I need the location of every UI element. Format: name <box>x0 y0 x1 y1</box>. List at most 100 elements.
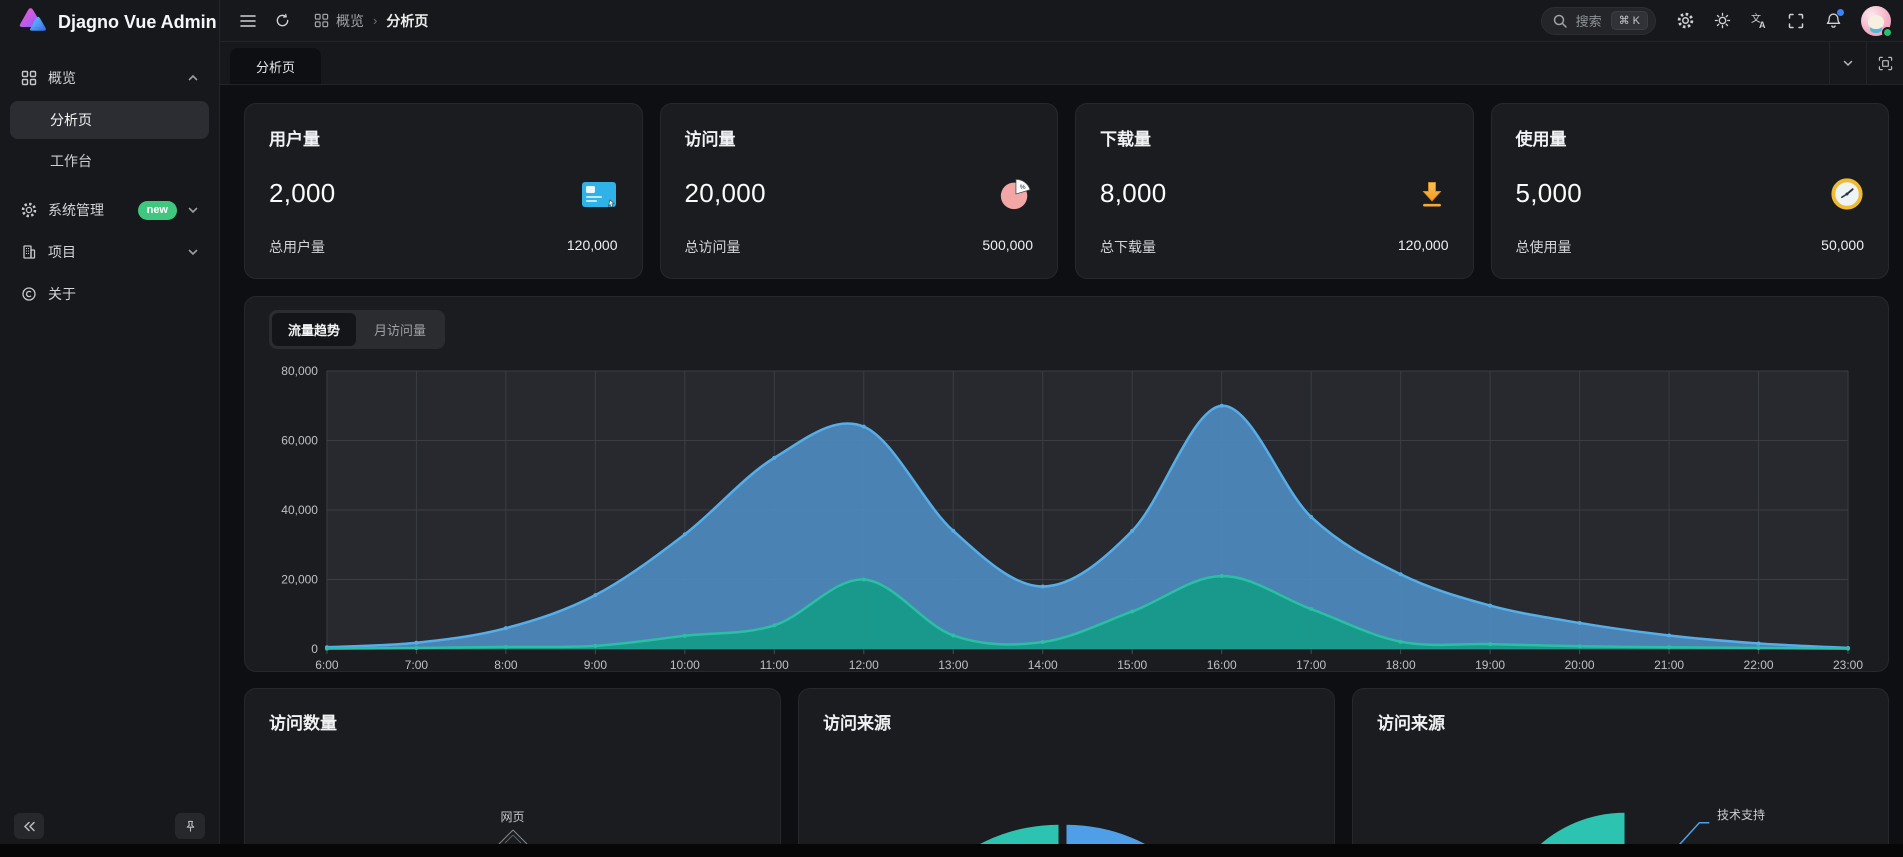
tab-analysis[interactable]: 分析页 <box>230 48 321 84</box>
menu-toggle-button[interactable] <box>232 5 264 37</box>
dashboard-grid-icon <box>314 13 329 28</box>
new-badge: new <box>138 201 177 220</box>
fullscreen-button[interactable] <box>1780 5 1812 37</box>
tab-traffic-trend[interactable]: 流量趋势 <box>272 313 356 346</box>
traffic-trend-card: 流量趋势 月访问量 020,00040,00060,00080,0006:007… <box>244 296 1889 672</box>
sidebar-item-analysis[interactable]: 分析页 <box>10 101 209 139</box>
app-logo-icon <box>16 6 48 39</box>
breadcrumb-separator: › <box>373 13 377 28</box>
svg-text:16:00: 16:00 <box>1207 658 1237 672</box>
stat-footer-label: 总下载量 <box>1100 237 1156 257</box>
tab-monthly-visits[interactable]: 月访问量 <box>358 313 442 346</box>
stat-footer-label: 总使用量 <box>1516 237 1572 257</box>
gear-icon <box>20 202 38 218</box>
traffic-trend-chart[interactable]: 020,00040,00060,00080,0006:007:008:009:0… <box>269 343 1864 673</box>
copyright-icon <box>20 286 38 302</box>
card-title: 访问数量 <box>269 709 756 734</box>
svg-text:A: A <box>1759 20 1766 30</box>
sidebar-group-overview[interactable]: 概览 <box>10 58 209 98</box>
tab-dropdown-button[interactable] <box>1829 42 1866 84</box>
breadcrumb-current: 分析页 <box>386 11 428 31</box>
chevron-down-icon <box>1842 57 1854 69</box>
svg-text:0: 0 <box>311 642 318 656</box>
stat-footer-label: 总用户量 <box>269 237 325 257</box>
sidebar-nav: 概览 分析页 工作台 系统管理 new <box>0 44 219 328</box>
svg-text:60,000: 60,000 <box>281 433 318 447</box>
chevron-up-icon <box>187 72 199 84</box>
sidebar-footer <box>0 813 219 839</box>
tab-controls <box>1829 42 1903 84</box>
stats-row: 用户量 2,000 总用户量 120,000 访 <box>244 103 1889 279</box>
stat-footer-value: 500,000 <box>982 237 1033 257</box>
stat-card-usage: 使用量 5,000 总使用量 50,000 <box>1491 103 1890 279</box>
svg-text:20:00: 20:00 <box>1565 658 1595 672</box>
search-icon <box>1553 14 1567 28</box>
breadcrumb: 概览 › 分析页 <box>314 11 428 31</box>
pin-sidebar-button[interactable] <box>175 813 205 839</box>
svg-text:22:00: 22:00 <box>1744 658 1774 672</box>
stat-value: 2,000 <box>269 178 336 209</box>
svg-text:10:00: 10:00 <box>670 658 700 672</box>
svg-text:12:00: 12:00 <box>849 658 879 672</box>
visit-count-card: 访问数量 网页 <box>244 688 781 857</box>
stat-value: 20,000 <box>685 178 766 209</box>
stat-value: 5,000 <box>1516 178 1583 209</box>
search-placeholder: 搜索 <box>1576 11 1602 30</box>
collapse-sidebar-button[interactable] <box>14 813 44 839</box>
logo-row[interactable]: Djagno Vue Admin <box>0 0 219 44</box>
bottom-strip <box>0 844 1903 857</box>
chevron-down-icon <box>187 246 199 258</box>
bottom-cards-row: 访问数量 网页 访问来源 访问来源 <box>244 688 1889 857</box>
language-button[interactable]: 文 A <box>1743 5 1775 37</box>
stat-footer-value: 120,000 <box>567 237 618 257</box>
stat-title: 使用量 <box>1516 125 1865 150</box>
stat-title: 下载量 <box>1100 125 1449 150</box>
tab-bar: 分析页 <box>220 42 1903 85</box>
sidebar: Djagno Vue Admin 概览 分析页 工作台 <box>0 0 220 857</box>
svg-text:40,000: 40,000 <box>281 503 318 517</box>
fullscreen-icon <box>1788 13 1804 29</box>
tab-label: 分析页 <box>256 57 295 76</box>
stat-value: 8,000 <box>1100 178 1167 209</box>
maximize-content-button[interactable] <box>1866 42 1903 84</box>
sidebar-item-label: 系统管理 <box>48 200 104 220</box>
header-actions: 搜索 ⌘ K 文 A <box>1541 5 1891 37</box>
breadcrumb-root[interactable]: 概览 <box>314 11 364 31</box>
gear-icon <box>1677 12 1694 29</box>
chevron-down-icon <box>187 204 199 216</box>
svg-text:15:00: 15:00 <box>1117 658 1147 672</box>
sidebar-item-system[interactable]: 系统管理 new <box>10 190 209 230</box>
settings-button[interactable] <box>1669 5 1701 37</box>
visit-source-pie-chart-2[interactable] <box>1353 689 1888 857</box>
search-shortcut-badge: ⌘ K <box>1611 11 1648 30</box>
stat-title: 用户量 <box>269 125 618 150</box>
search-input[interactable]: 搜索 ⌘ K <box>1541 7 1656 35</box>
card-icon <box>580 179 618 209</box>
svg-text:8:00: 8:00 <box>494 658 518 672</box>
app-title: Djagno Vue Admin <box>58 12 217 33</box>
stat-card-users: 用户量 2,000 总用户量 120,000 <box>244 103 643 279</box>
svg-text:21:00: 21:00 <box>1654 658 1684 672</box>
stat-card-visits: 访问量 20,000 % 总访问量 500,000 <box>660 103 1059 279</box>
translate-icon: 文 A <box>1750 12 1768 30</box>
notifications-button[interactable] <box>1817 5 1849 37</box>
svg-text:17:00: 17:00 <box>1296 658 1326 672</box>
svg-text:%: % <box>1020 183 1026 190</box>
page-content: 用户量 2,000 总用户量 120,000 访 <box>220 85 1903 857</box>
pie-icon: % <box>997 177 1033 211</box>
notification-dot <box>1837 9 1844 16</box>
pie-slice-label: 技术支持 <box>1717 806 1765 823</box>
visit-source-card: 访问来源 <box>798 688 1335 857</box>
main-area: 概览 › 分析页 搜索 ⌘ K <box>220 0 1903 857</box>
sidebar-item-project[interactable]: 项目 <box>10 232 209 272</box>
sidebar-item-workbench[interactable]: 工作台 <box>10 142 209 180</box>
radar-axis-label: 网页 <box>245 808 780 825</box>
theme-toggle-button[interactable] <box>1706 5 1738 37</box>
refresh-button[interactable] <box>266 5 298 37</box>
svg-text:18:00: 18:00 <box>1386 658 1416 672</box>
sidebar-item-about[interactable]: 关于 <box>10 274 209 314</box>
visit-source-pie-chart[interactable] <box>799 689 1334 857</box>
online-status-dot <box>1882 27 1893 38</box>
user-menu-button[interactable] <box>1861 6 1891 36</box>
svg-text:13:00: 13:00 <box>938 658 968 672</box>
